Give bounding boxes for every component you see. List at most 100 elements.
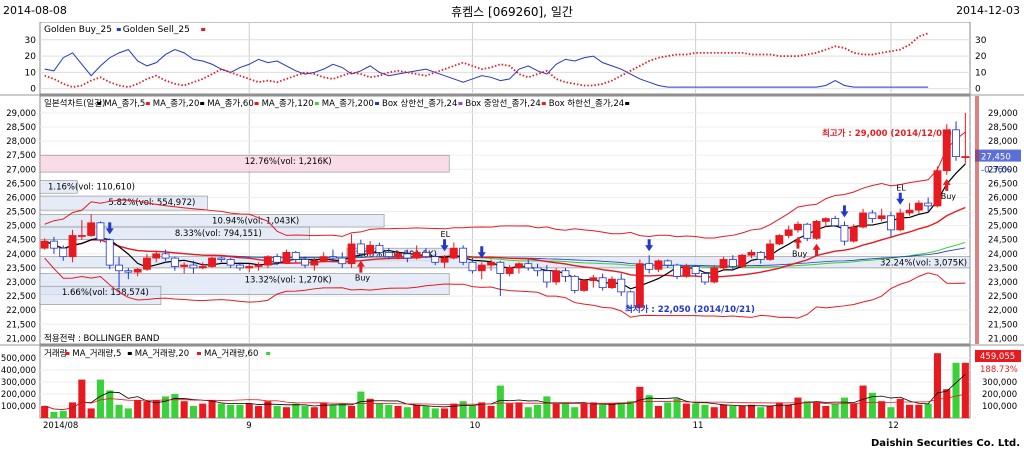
candle-body	[143, 257, 151, 270]
candle-body	[40, 240, 49, 249]
low-annotation: 최저가 : 22,050 (2014/10/21)	[625, 304, 755, 315]
price-y-tick-right: 28,000	[988, 137, 1018, 147]
legend-swatch	[254, 102, 259, 105]
volume-y-tick: 200,000	[1, 390, 36, 400]
price-y-tick: 22,500	[6, 292, 36, 302]
volume-bar	[803, 401, 811, 418]
golden-series-1	[44, 32, 929, 89]
last-price: 27,450	[981, 153, 1011, 163]
candle-body	[524, 263, 533, 269]
candle-body	[245, 266, 254, 269]
volume-bar	[143, 401, 151, 418]
volume-bar	[208, 400, 216, 418]
volume-bar	[310, 407, 318, 418]
price-y-tick-right: 24,500	[988, 236, 1018, 246]
arrow-down-icon	[840, 205, 849, 218]
volume-bar	[850, 403, 858, 418]
volume-bar	[720, 404, 728, 418]
volume-bar	[906, 404, 914, 418]
x-tick-0: 2014/08	[43, 421, 78, 430]
volume-bar	[775, 402, 783, 418]
candle-body	[422, 252, 430, 258]
golden-y-tick: 10	[25, 68, 37, 78]
price-y-tick: 28,000	[6, 137, 36, 147]
candle-body	[384, 252, 393, 258]
candle-body	[87, 222, 96, 236]
price-y-tick: 24,000	[6, 250, 36, 260]
volume-bar	[199, 403, 207, 418]
volume-bar	[189, 406, 197, 418]
marker-label-1: Buy	[355, 274, 371, 283]
candle-body	[263, 256, 272, 266]
candle-body	[449, 247, 458, 259]
candle-body	[812, 221, 821, 239]
candle-body	[728, 259, 737, 267]
candle-body	[701, 273, 709, 283]
marker-label-2: EL	[441, 230, 451, 239]
volume-bar	[543, 396, 551, 418]
volume-bar	[255, 406, 263, 418]
volume-bar	[69, 402, 77, 418]
candle-body	[645, 263, 654, 270]
candle-body	[189, 264, 198, 269]
candle-body	[366, 244, 375, 255]
candle-body	[561, 270, 570, 277]
candle-body	[124, 270, 133, 273]
candle-body	[477, 264, 486, 272]
candle-body	[552, 270, 561, 283]
volume-bar	[385, 404, 393, 418]
candle-body	[152, 253, 161, 259]
candle-body	[68, 235, 77, 258]
stock-chart[interactable]: 0 0 10 10 20 20 30 30 Golden Buy_25 Golden Sell_2…	[0, 22, 1024, 430]
volume-bar	[357, 391, 365, 418]
candle-body	[273, 256, 282, 263]
candle-body	[96, 222, 105, 241]
volume-bar	[394, 406, 402, 418]
volume-bar	[534, 404, 542, 418]
candle-body	[914, 202, 923, 211]
price-y-tick: 23,000	[6, 278, 36, 288]
volume-bar	[561, 402, 569, 418]
price-y-tick: 24,500	[6, 236, 36, 246]
candle-body	[338, 257, 347, 265]
high-annotation: 최고가 : 29,000 (2014/12/03)	[822, 128, 952, 139]
volume-bar	[636, 386, 644, 418]
volume-bar	[59, 410, 67, 418]
volume-bar	[599, 404, 607, 418]
candle-body	[570, 275, 579, 291]
candle-body	[654, 260, 663, 270]
candle-body	[598, 277, 607, 289]
volume-bar	[106, 390, 114, 418]
volume-bar	[580, 403, 588, 418]
marker-label-9: Buy	[941, 192, 957, 201]
price-y-tick: 21,000	[6, 334, 36, 344]
volume-bar	[794, 397, 802, 418]
candle-body	[403, 253, 412, 259]
last-volume: 459,055	[980, 352, 1015, 362]
legend-swatch	[541, 102, 546, 105]
golden-y-tick-right: 0	[975, 85, 981, 95]
volume-y-tick-right: 200,000	[982, 390, 1017, 400]
marker-label-5: Buy	[792, 250, 808, 259]
candle-body	[77, 235, 86, 237]
candle-body	[356, 243, 365, 255]
volume-bar	[654, 406, 662, 418]
price-y-tick: 22,000	[6, 306, 36, 316]
price-y-tick-right: 22,000	[988, 306, 1018, 316]
candle-body	[961, 156, 970, 158]
volume-bar	[840, 397, 848, 418]
candle-body	[59, 247, 68, 258]
volume-bar	[552, 403, 560, 418]
legend-swatch	[127, 352, 132, 355]
candle-body	[226, 259, 235, 266]
volume-bar	[701, 404, 709, 418]
price-y-tick: 29,000	[6, 109, 36, 119]
price-y-tick-right: 21,000	[988, 334, 1018, 344]
volume-bar	[366, 398, 374, 418]
price-y-tick-right: 25,000	[988, 222, 1018, 232]
volume-bar	[134, 400, 142, 418]
candle-body	[496, 261, 505, 274]
candle-body	[505, 267, 514, 274]
price-legend-0: 일본석차트(일간)	[44, 98, 105, 109]
volume-bar	[329, 404, 337, 418]
